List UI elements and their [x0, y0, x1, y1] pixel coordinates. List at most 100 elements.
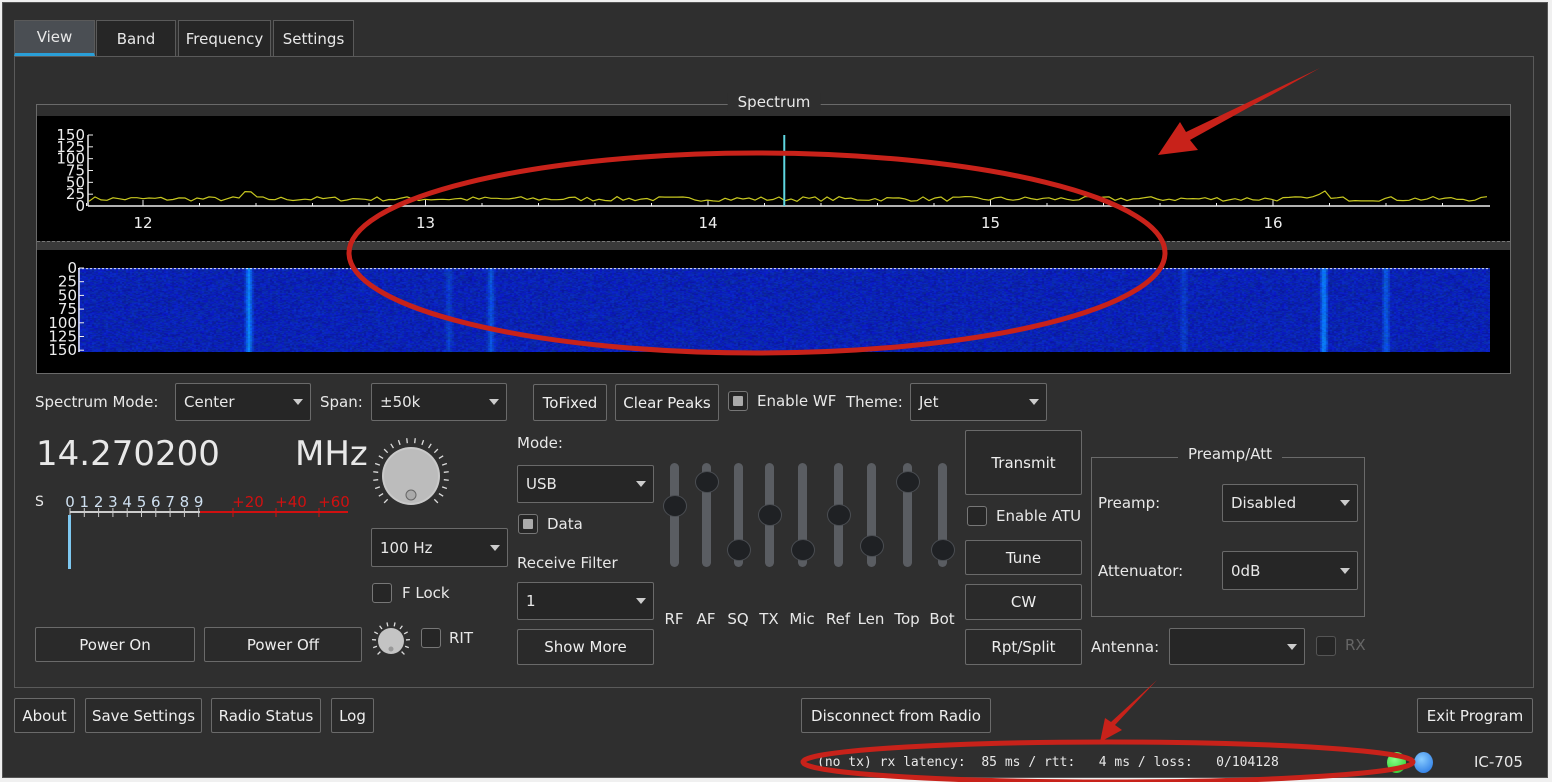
knob-tick	[374, 486, 381, 490]
enable-atu-checkbox[interactable]	[967, 506, 987, 526]
preamp-att-group	[1091, 457, 1365, 617]
knob-tick	[390, 443, 394, 449]
spectrum-plot[interactable]: 12 13 14 15 16 150 125 100 75 50 25 0	[37, 116, 1510, 241]
receive-filter-value: 1	[526, 592, 536, 610]
knob-tick	[433, 498, 439, 504]
theme-label: Theme:	[846, 393, 903, 411]
spectrum-mode-value: Center	[184, 393, 235, 411]
tab-settings[interactable]: Settings	[273, 20, 354, 56]
chevron-down-icon	[1287, 643, 1297, 650]
waterfall-plot[interactable]: 0 25 50 75 100 125 150	[37, 250, 1510, 373]
tuning-step-select[interactable]: 100 Hz	[371, 528, 508, 567]
rit-checkbox[interactable]	[421, 628, 441, 648]
smeter-label: 7	[165, 493, 175, 511]
chevron-down-icon	[636, 481, 646, 487]
knob-tick	[378, 455, 384, 459]
log-button[interactable]: Log	[331, 698, 374, 733]
cw-button[interactable]: CW	[965, 584, 1082, 620]
slider-handle[interactable]	[694, 470, 719, 493]
slider-handle[interactable]	[859, 534, 884, 557]
data-checkbox[interactable]	[518, 514, 538, 534]
transmit-button[interactable]: Transmit	[965, 430, 1082, 495]
span-select[interactable]: ±50k	[371, 383, 507, 421]
slider-handle[interactable]	[826, 504, 851, 526]
slider-handle[interactable]	[895, 470, 920, 493]
slider-len[interactable]	[859, 463, 884, 567]
slider-handle[interactable]	[930, 539, 955, 562]
slider-af[interactable]	[694, 463, 719, 567]
mode-value: USB	[526, 475, 557, 493]
slider-mic[interactable]	[790, 463, 815, 567]
antenna-select[interactable]	[1169, 628, 1305, 665]
slider-label: AF	[696, 610, 716, 628]
x-tick-label: 14	[698, 214, 717, 232]
slider-handle[interactable]	[662, 495, 687, 518]
smeter-over-label: +60	[318, 493, 350, 511]
clear-peaks-button[interactable]: Clear Peaks	[615, 384, 719, 421]
attenuator-select[interactable]: 0dB	[1222, 551, 1358, 590]
show-more-button[interactable]: Show More	[517, 629, 654, 665]
knob-tick	[373, 479, 379, 481]
slider-handle[interactable]	[726, 539, 751, 562]
knob-tick	[377, 651, 381, 655]
smeter-label: 1	[80, 493, 90, 511]
y-tick-label: 0	[75, 197, 85, 215]
knob-tick	[401, 651, 405, 655]
slider-label: SQ	[727, 610, 749, 628]
rit-knob[interactable]	[370, 620, 412, 662]
knob-tick	[406, 438, 408, 444]
slider-bot[interactable]	[930, 463, 955, 567]
smeter-label: 0	[65, 493, 75, 511]
theme-select[interactable]: Jet	[910, 383, 1047, 421]
rpt-split-button[interactable]: Rpt/Split	[965, 629, 1082, 665]
flock-checkbox[interactable]	[372, 583, 392, 603]
attenuator-label: Attenuator:	[1098, 562, 1184, 580]
data-label: Data	[547, 515, 583, 533]
preamp-label: Preamp:	[1098, 494, 1161, 512]
tab-view[interactable]: View	[14, 20, 95, 56]
save-settings-button[interactable]: Save Settings	[85, 698, 202, 733]
slider-handle[interactable]	[757, 504, 782, 526]
antenna-label: Antenna:	[1091, 638, 1160, 656]
knob-tick	[374, 462, 381, 466]
slider-top[interactable]	[895, 463, 920, 567]
tab-band[interactable]: Band	[96, 20, 176, 56]
x-tick-label: 16	[1263, 214, 1282, 232]
radio-status-button[interactable]: Radio Status	[211, 698, 321, 733]
chevron-down-icon	[1029, 399, 1039, 405]
slider-tx[interactable]	[757, 463, 782, 567]
splitter-handle[interactable]	[37, 241, 1510, 250]
x-tick-label: 15	[981, 214, 1000, 232]
slider-rf[interactable]	[662, 463, 687, 567]
mode-select[interactable]: USB	[517, 465, 654, 503]
tune-button[interactable]: Tune	[965, 540, 1082, 575]
knob-tick	[438, 493, 444, 497]
knob-tick	[404, 645, 410, 649]
radio-model-label: IC-705	[1474, 753, 1523, 771]
rx-antenna-checkbox[interactable]	[1316, 636, 1336, 656]
knob-tick	[386, 622, 389, 627]
spectrum-mode-select[interactable]: Center	[175, 383, 311, 421]
disconnect-button[interactable]: Disconnect from Radio	[801, 698, 991, 733]
about-button[interactable]: About	[14, 698, 75, 733]
enable-atu-label: Enable ATU	[996, 507, 1082, 525]
power-off-button[interactable]: Power Off	[204, 627, 362, 662]
slider-handle[interactable]	[790, 539, 815, 562]
tab-frequency[interactable]: Frequency	[178, 20, 271, 56]
smeter-label: 8	[180, 493, 190, 511]
span-value: ±50k	[380, 393, 421, 411]
slider-label: TX	[759, 610, 779, 628]
exit-program-button[interactable]: Exit Program	[1417, 698, 1533, 733]
preamp-att-title: Preamp/Att	[1178, 445, 1282, 463]
preamp-select[interactable]: Disabled	[1222, 484, 1358, 522]
slider-sq[interactable]	[726, 463, 751, 567]
enable-wf-checkbox[interactable]	[728, 391, 748, 411]
knob-tick	[397, 439, 401, 446]
slider-label: Len	[857, 610, 885, 628]
receive-filter-select[interactable]: 1	[517, 582, 654, 620]
tofixed-button[interactable]: ToFixed	[533, 384, 607, 421]
slider-ref[interactable]	[826, 463, 851, 567]
tuning-knob[interactable]	[370, 435, 452, 517]
power-on-button[interactable]: Power On	[35, 627, 195, 662]
spectrum-title: Spectrum	[727, 93, 821, 111]
